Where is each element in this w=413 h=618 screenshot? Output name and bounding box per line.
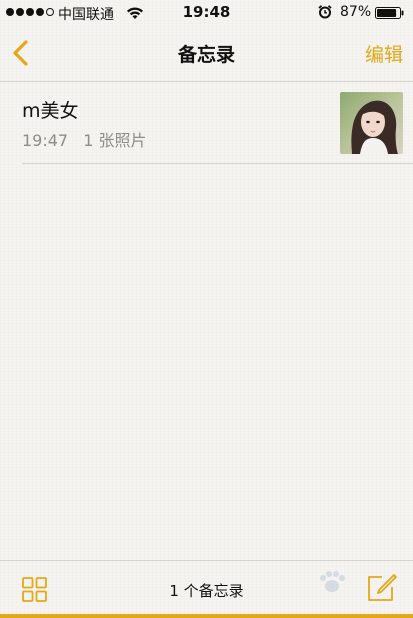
note-time: 19:47: [22, 131, 69, 150]
compose-icon: [368, 574, 397, 601]
compose-button[interactable]: [366, 571, 398, 603]
edit-button[interactable]: 编辑: [365, 40, 403, 67]
note-meta: 19:47 1 张照片: [22, 127, 146, 151]
back-button[interactable]: [8, 36, 36, 70]
page-title: 备忘录: [177, 44, 235, 66]
bottom-accent-bar: [0, 614, 413, 618]
watermark-logo: [320, 571, 345, 592]
note-title: m美女: [22, 100, 79, 122]
note-list-item[interactable]: m美女 19:47 1 张照片: [22, 82, 413, 164]
folders-button[interactable]: [22, 577, 47, 602]
status-bar: 中国联通 19:48 87%: [0, 0, 413, 26]
chevron-left-icon: [13, 40, 28, 66]
note-photo-thumbnail: [340, 92, 403, 154]
notes-app-screen: 中国联通 19:48 87% 备忘录 编辑 m美女 19:47 1 张照片 1 …: [0, 0, 413, 618]
alarm-icon: [318, 5, 332, 19]
grid-icon: [22, 577, 47, 602]
battery-icon: [375, 7, 404, 19]
note-attachment-count: 1 张照片: [83, 131, 147, 150]
navigation-bar: 备忘录 编辑: [0, 26, 413, 82]
battery-percent: 87%: [340, 4, 372, 20]
